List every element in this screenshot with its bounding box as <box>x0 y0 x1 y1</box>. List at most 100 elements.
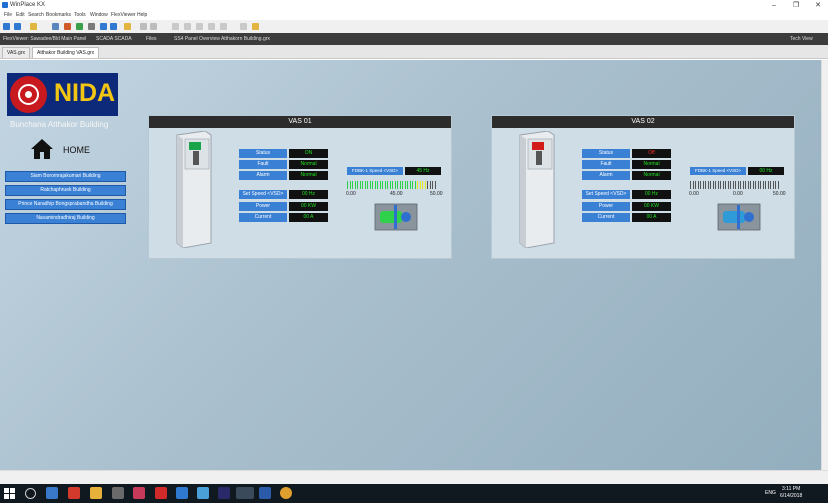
speed-bar-segment <box>429 181 431 189</box>
speed-bar-segment <box>762 181 764 189</box>
stop-icon[interactable] <box>208 23 215 30</box>
building-button-prince-naradhip[interactable]: Prince Naradhip Bongsprabandha Building <box>5 199 126 210</box>
home-label[interactable]: HOME <box>63 145 90 155</box>
app-icon-g[interactable] <box>133 487 145 499</box>
speed-bar-segment <box>695 181 697 189</box>
speed-bar-segment <box>399 181 401 189</box>
home-icon[interactable] <box>30 138 54 160</box>
vas-01-status-value: ON <box>289 149 328 158</box>
windows-start-icon[interactable] <box>4 488 15 499</box>
favorite-right[interactable]: Tech View <box>790 35 813 43</box>
toolbar <box>0 20 828 34</box>
speed-bar-segment <box>755 181 757 189</box>
favorite-2[interactable]: SCADA SCADA <box>96 35 132 43</box>
menu-file[interactable]: File <box>4 12 12 18</box>
vas-01-scale-mid: 45.00 <box>390 191 403 197</box>
favorite-4[interactable]: SS4 Panel Overview Atthakorn Building.gr… <box>174 35 270 43</box>
building-button-siam[interactable]: Siam Boromrajakumari Building <box>5 171 126 182</box>
close-button[interactable]: ✕ <box>808 0 828 11</box>
speed-bar-segment <box>362 181 364 189</box>
vas-01-speed-bar <box>347 181 437 189</box>
menu-window[interactable]: Window <box>90 12 108 18</box>
speed-bar-segment <box>767 181 769 189</box>
settings-icon[interactable] <box>88 23 95 30</box>
favorite-3[interactable]: Files <box>146 35 157 43</box>
help-icon[interactable] <box>220 23 227 30</box>
zoom-in-icon[interactable] <box>100 23 107 30</box>
winplace-icon[interactable] <box>236 487 254 499</box>
speed-bar-segment <box>397 181 399 189</box>
speed-bar-segment <box>720 181 722 189</box>
menu-help[interactable]: Help <box>137 12 147 18</box>
vas-01-feedback-label: FDBK-1 Speed <VSD> <box>347 167 403 175</box>
redo-icon[interactable] <box>196 23 203 30</box>
speed-bar-segment <box>765 181 767 189</box>
vas-01-panel: VAS 01 Status ON Fault Normal Alarm Norm… <box>149 116 451 258</box>
vas-01-status-label: Status <box>239 149 287 158</box>
vas-02-feedback-label: FDBK-1 Speed <VSD> <box>690 167 746 175</box>
speed-bar-segment <box>427 181 429 189</box>
speed-bar-segment <box>409 181 411 189</box>
word-icon[interactable] <box>259 487 271 499</box>
menu-search[interactable]: Search <box>28 12 44 18</box>
chrome-icon[interactable] <box>280 487 292 499</box>
print-icon[interactable] <box>64 23 71 30</box>
tab-atthakor-vas[interactable]: Atthakor Building VAS.grx <box>32 47 100 58</box>
menu-edit[interactable]: Edit <box>16 12 25 18</box>
search-icon[interactable] <box>25 488 36 499</box>
horizontal-scrollbar[interactable] <box>0 470 828 485</box>
vertical-scrollbar[interactable] <box>821 60 828 470</box>
taskbar-clock[interactable]: 3:11 PM 6/14/2018 <box>780 486 802 500</box>
forward-icon[interactable] <box>14 23 21 30</box>
menu-bookmarks[interactable]: Bookmarks <box>46 12 71 18</box>
speed-bar-segment <box>700 181 702 189</box>
favorites-bar: FlexViewer: Sawadee/Bld Main Panel SCADA… <box>0 33 828 45</box>
save-icon[interactable] <box>52 23 59 30</box>
minimize-button[interactable]: – <box>764 0 784 11</box>
tab-vas[interactable]: VAS.grx <box>2 47 30 58</box>
speed-bar-segment <box>747 181 749 189</box>
vas-02-current-value: 00 A <box>632 213 671 222</box>
refresh-icon[interactable] <box>76 23 83 30</box>
cut-icon[interactable] <box>172 23 179 30</box>
undo-icon[interactable] <box>184 23 191 30</box>
vas-02-panel: VAS 02 Status Off Fault Normal Alarm Nor… <box>492 116 794 258</box>
speed-bar-segment <box>367 181 369 189</box>
menu-tools[interactable]: Tools <box>74 12 86 18</box>
store-icon[interactable] <box>112 487 124 499</box>
building-title: Bunchana Atthakor Building <box>10 120 109 129</box>
opera-icon[interactable] <box>155 487 167 499</box>
speed-bar-segment <box>377 181 379 189</box>
language-indicator[interactable]: ENG <box>765 490 776 496</box>
building-button-navamindradhiraj[interactable]: Navamindradhiraj Building <box>5 213 126 224</box>
menu-flexviewer[interactable]: FlexViewer <box>111 12 136 18</box>
vas-02-motor-icon <box>717 203 761 231</box>
folder-icon[interactable] <box>30 23 37 30</box>
paste-icon[interactable] <box>150 23 157 30</box>
vas-02-fault-value: Normal <box>632 160 671 169</box>
bookmark-icon[interactable] <box>240 23 247 30</box>
copy-icon[interactable] <box>140 23 147 30</box>
speed-bar-segment <box>772 181 774 189</box>
zoom-out-icon[interactable] <box>110 23 117 30</box>
skype-icon[interactable] <box>197 487 209 499</box>
back-icon[interactable] <box>3 23 10 30</box>
window-title: WinPlace KX <box>10 2 46 8</box>
tag-icon[interactable] <box>252 23 259 30</box>
tools-icon[interactable] <box>124 23 131 30</box>
speed-bar-segment <box>725 181 727 189</box>
photoshop-icon[interactable] <box>218 487 230 499</box>
speed-bar-segment <box>424 181 426 189</box>
speed-bar-segment <box>432 181 434 189</box>
vas-01-power-label: Power <box>239 202 287 211</box>
file-explorer-icon[interactable] <box>90 487 102 499</box>
edge-icon[interactable] <box>46 487 58 499</box>
mail-icon[interactable] <box>68 487 80 499</box>
building-button-ratchaphruek[interactable]: Ratchaphruek Building <box>5 185 126 196</box>
ie-icon[interactable] <box>176 487 188 499</box>
favorite-1[interactable]: FlexViewer: Sawadee/Bld Main Panel <box>3 35 86 43</box>
speed-bar-segment <box>707 181 709 189</box>
speed-bar-segment <box>412 181 414 189</box>
maximize-button[interactable]: ❐ <box>786 0 806 11</box>
speed-bar-segment <box>384 181 386 189</box>
